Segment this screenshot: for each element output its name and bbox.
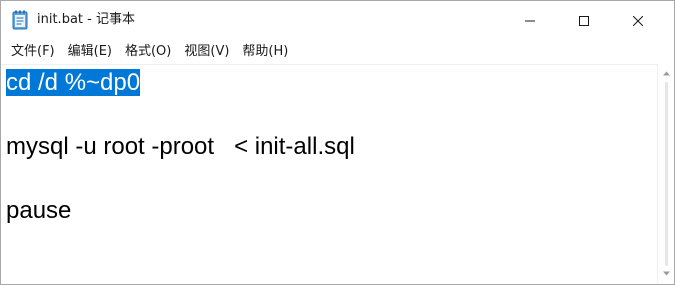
menu-edit[interactable]: 编辑(E)	[62, 41, 118, 63]
text-editor[interactable]: cd /d %~dp0 mysql -u root -proot < init-…	[1, 64, 657, 284]
notepad-icon	[12, 10, 28, 30]
minimize-button[interactable]	[507, 1, 553, 39]
title-bar[interactable]: init.bat - 记事本	[1, 1, 674, 39]
editor-line: mysql -u root -proot < init-all.sql	[6, 133, 355, 160]
menu-help[interactable]: 帮助(H)	[236, 41, 294, 63]
menu-view[interactable]: 视图(V)	[178, 41, 235, 63]
menu-bar: 文件(F) 编辑(E) 格式(O) 视图(V) 帮助(H)	[1, 39, 674, 64]
maximize-icon	[579, 11, 589, 30]
editor-line: pause	[6, 197, 72, 224]
editor-line: cd /d %~dp0	[6, 67, 141, 99]
vertical-scrollbar[interactable]	[657, 64, 674, 284]
scroll-down-arrow-icon[interactable]	[662, 269, 671, 278]
close-icon	[632, 11, 644, 30]
maximize-button[interactable]	[561, 1, 607, 39]
window-title: init.bat - 记事本	[37, 12, 135, 27]
menu-format[interactable]: 格式(O)	[119, 41, 177, 63]
notepad-window: init.bat - 记事本 文件(F) 编辑(E) 格式(O) 视图(V) 帮…	[0, 0, 675, 285]
scroll-thumb[interactable]	[665, 82, 668, 266]
selected-text[interactable]: cd /d %~dp0	[6, 69, 141, 96]
minimize-icon	[525, 11, 535, 30]
close-button[interactable]	[615, 1, 661, 39]
menu-file[interactable]: 文件(F)	[5, 41, 61, 63]
scroll-up-arrow-icon[interactable]	[662, 69, 671, 78]
